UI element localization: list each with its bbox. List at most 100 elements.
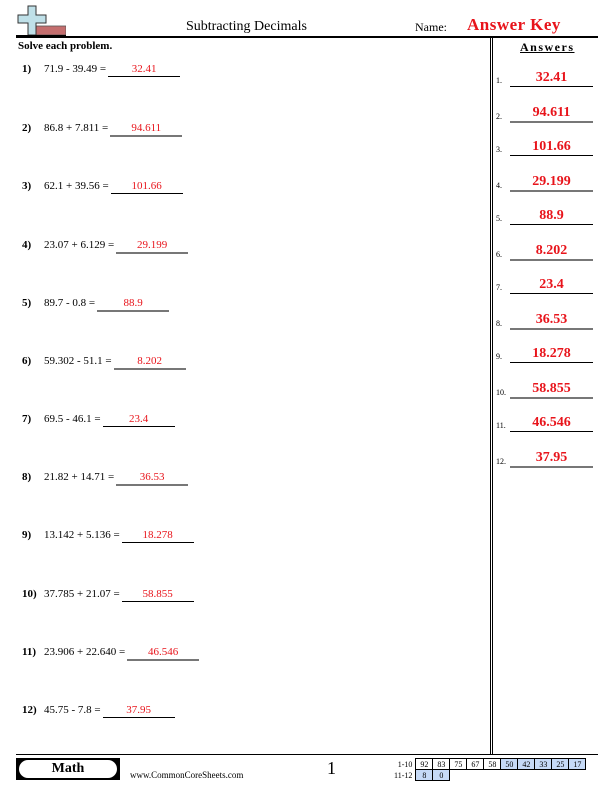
problem-number: 4) (22, 239, 32, 251)
answer-key-item: 2. 94.611 (496, 105, 596, 123)
problem-item: 11) 23.906 + 22.640 = 46.546 (22, 646, 200, 661)
answer-key-value: 29.199 (510, 174, 593, 192)
problem-item: 8) 21.82 + 14.71 = 36.53 (22, 471, 189, 486)
answer-blank[interactable]: 18.278 (121, 529, 194, 543)
answer-blank[interactable]: 58.855 (121, 588, 194, 602)
answer-key-value: 37.95 (510, 450, 593, 468)
problem-expression: 45.75 - 7.8 = (44, 704, 101, 716)
problem-item: 10) 37.785 + 21.07 = 58.855 (22, 588, 194, 602)
answer-key-value: 88.9 (510, 208, 593, 225)
answer-blank[interactable]: 29.199 (116, 239, 189, 254)
answer-blank[interactable]: 37.95 (102, 704, 175, 718)
name-label: Name: (415, 20, 447, 34)
score-cell: 92 (415, 758, 434, 770)
answer-key-number: 1. (496, 76, 502, 85)
answer-key-value: 23.4 (510, 277, 593, 294)
score-row: 11-12 8 0 (392, 769, 586, 781)
problem-number: 6) (22, 355, 32, 367)
column-divider (490, 36, 493, 754)
score-cell: 42 (517, 758, 536, 770)
score-row-label: 11-12 (394, 770, 413, 780)
subject-label: Math (19, 760, 117, 778)
score-cell: 50 (500, 758, 519, 770)
answer-key-number: 2. (496, 111, 502, 121)
problem-item: 4) 23.07 + 6.129 = 29.199 (22, 239, 189, 254)
problem-expression: 37.785 + 21.07 = (44, 588, 120, 600)
problem-item: 1) 71.9 - 39.49 = 32.41 (22, 63, 181, 77)
answer-key-item: 11. 46.546 (496, 415, 596, 432)
problem-expression: 23.07 + 6.129 = (44, 239, 115, 251)
answer-key-value: 46.546 (510, 415, 593, 432)
answer-key-item: 6. 8.202 (496, 243, 596, 261)
answer-key-number: 3. (496, 145, 502, 154)
problem-expression: 69.5 - 46.1 = (44, 413, 101, 425)
problem-number: 9) (22, 529, 32, 541)
answer-key-number: 5. (496, 214, 502, 223)
answer-key-number: 4. (496, 180, 502, 190)
problem-number: 5) (22, 297, 32, 309)
score-cell: 17 (568, 758, 587, 770)
answer-blank[interactable]: 46.546 (127, 646, 200, 661)
answer-blank[interactable]: 23.4 (102, 413, 175, 427)
answer-key-value: 36.53 (510, 312, 593, 330)
answer-blank[interactable]: 101.66 (110, 180, 183, 194)
score-cell: 0 (432, 769, 451, 781)
answer-blank[interactable]: 94.611 (110, 122, 183, 137)
score-row-label: 1-10 (397, 759, 413, 769)
header-rule (16, 36, 598, 38)
answer-key-number: 12. (496, 456, 506, 466)
answers-heading: Answers (520, 40, 575, 54)
website-link[interactable]: www.CommonCoreSheets.com (130, 770, 243, 780)
answer-key-item: 10. 58.855 (496, 381, 596, 399)
score-cell: 8 (415, 769, 434, 781)
answer-key-number: 11. (496, 421, 506, 430)
problem-number: 12) (22, 704, 37, 716)
problem-number: 1) (22, 63, 32, 75)
answer-key-item: 1. 32.41 (496, 70, 596, 87)
footer-rule (16, 754, 598, 755)
answer-key-number: 6. (496, 249, 502, 259)
problem-item: 9) 13.142 + 5.136 = 18.278 (22, 529, 194, 543)
answer-key-item: 9. 18.278 (496, 346, 596, 363)
problem-item: 3) 62.1 + 39.56 = 101.66 (22, 180, 183, 194)
answer-key-item: 3. 101.66 (496, 139, 596, 156)
answer-key-value: 8.202 (510, 243, 593, 261)
answer-blank[interactable]: 8.202 (113, 355, 186, 370)
answer-key-item: 7. 23.4 (496, 277, 596, 294)
problem-expression: 59.302 - 51.1 = (44, 355, 112, 367)
answer-key-number: 9. (496, 352, 502, 361)
score-row: 1-10 92 83 75 67 58 50 42 33 25 17 (392, 758, 587, 770)
score-cell: 58 (483, 758, 502, 770)
plus-minus-logo-icon (16, 5, 66, 36)
score-cell: 67 (466, 758, 485, 770)
problem-item: 7) 69.5 - 46.1 = 23.4 (22, 413, 175, 427)
problem-expression: 86.8 + 7.811 = (44, 122, 109, 134)
score-cell: 33 (534, 758, 553, 770)
subject-badge: Math (16, 758, 120, 780)
problem-number: 2) (22, 122, 32, 134)
answer-key-value: 101.66 (510, 139, 593, 156)
name-value: Answer Key (467, 15, 561, 34)
answer-key-value: 32.41 (510, 70, 593, 87)
problem-number: 3) (22, 180, 32, 192)
problem-number: 11) (22, 646, 37, 658)
score-cell: 25 (551, 758, 570, 770)
answer-key-value: 58.855 (510, 381, 593, 399)
answer-blank[interactable]: 32.41 (108, 63, 181, 77)
answer-key-value: 94.611 (510, 105, 593, 123)
problem-expression: 13.142 + 5.136 = (44, 529, 120, 541)
answer-key-number: 8. (496, 318, 502, 328)
answer-key-number: 7. (496, 283, 502, 292)
problem-expression: 21.82 + 14.71 = (44, 471, 115, 483)
problem-number: 7) (22, 413, 32, 425)
answer-blank[interactable]: 36.53 (116, 471, 189, 486)
answer-blank[interactable]: 88.9 (97, 297, 170, 312)
answer-key-value: 18.278 (510, 346, 593, 363)
problem-item: 5) 89.7 - 0.8 = 88.9 (22, 297, 170, 312)
problem-item: 6) 59.302 - 51.1 = 8.202 (22, 355, 186, 370)
instructions: Solve each problem. (18, 40, 113, 52)
problem-item: 12) 45.75 - 7.8 = 37.95 (22, 704, 175, 718)
answer-key-number: 10. (496, 387, 506, 397)
page-number: 1 (327, 758, 336, 778)
score-cell: 75 (449, 758, 468, 770)
